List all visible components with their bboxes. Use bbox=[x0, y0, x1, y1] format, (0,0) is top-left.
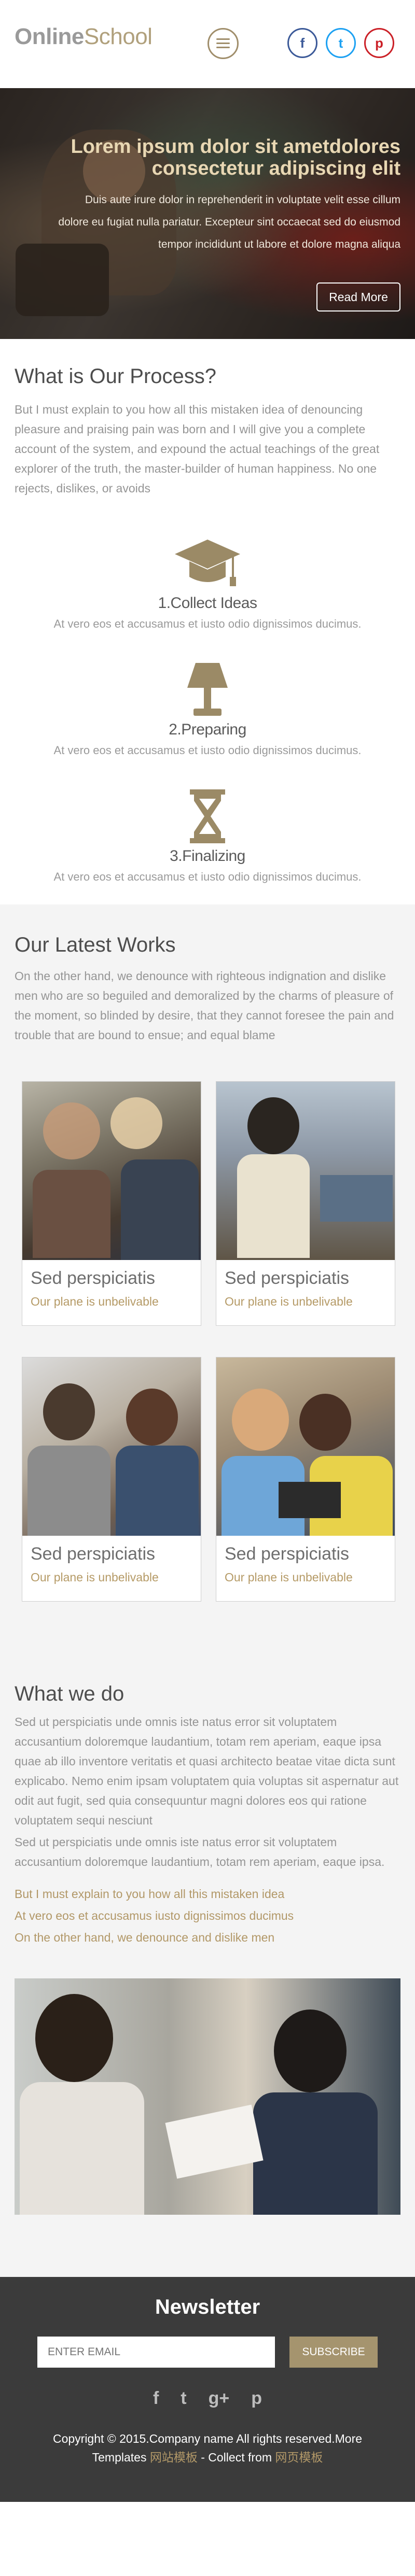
what-we-do-links: But I must explain to you how all this m… bbox=[15, 1883, 400, 1948]
newsletter-title: Newsletter bbox=[155, 2296, 260, 2318]
work-image bbox=[216, 1357, 395, 1536]
graduation-cap-icon bbox=[175, 540, 240, 586]
work-image bbox=[216, 1082, 395, 1260]
hero-banner: Lorem ipsum dolor sit ametdolores consec… bbox=[0, 88, 415, 339]
pinterest-icon[interactable]: p bbox=[364, 28, 394, 58]
work-subtitle: Our plane is unbelivable bbox=[31, 1295, 159, 1308]
site-logo[interactable]: OnlineSchool bbox=[15, 24, 153, 50]
work-title: Sed perspiciatis bbox=[225, 1544, 350, 1564]
hero-title: Lorem ipsum dolor sit ametdolores consec… bbox=[71, 136, 400, 179]
step-title: 2.Preparing bbox=[169, 721, 246, 738]
work-image bbox=[22, 1082, 201, 1260]
work-title: Sed perspiciatis bbox=[31, 1544, 156, 1564]
process-step-1: 1.Collect Ideas At vero eos et accusamus… bbox=[15, 535, 400, 631]
twitter-icon[interactable]: t bbox=[326, 28, 356, 58]
what-we-do-link[interactable]: On the other hand, we denounce and disli… bbox=[15, 1927, 400, 1948]
what-we-do-link[interactable]: At vero eos et accusamus iusto dignissim… bbox=[15, 1905, 400, 1927]
hero-text: Lorem ipsum dolor sit ametdolores consec… bbox=[58, 136, 400, 256]
work-image bbox=[22, 1357, 201, 1536]
works-intro: On the other hand, we denounce with righ… bbox=[15, 969, 394, 1042]
process-section: What is Our Process? But I must explain … bbox=[0, 339, 415, 904]
newsletter-form: SUBSCRIBE bbox=[0, 2337, 415, 2368]
work-card-1[interactable]: Sed perspiciatis Our plane is unbelivabl… bbox=[22, 1081, 201, 1326]
facebook-icon[interactable]: f bbox=[153, 2388, 159, 2409]
twitter-icon[interactable]: t bbox=[181, 2388, 186, 2409]
pinterest-icon[interactable]: p bbox=[251, 2388, 262, 2409]
templates-link[interactable]: 网站模板 bbox=[150, 2451, 198, 2464]
works-title: Our Latest Works bbox=[15, 933, 176, 956]
hamburger-icon bbox=[216, 38, 230, 49]
collect-link[interactable]: 网页模板 bbox=[275, 2451, 323, 2464]
work-subtitle: Our plane is unbelivable bbox=[31, 1570, 159, 1584]
newsletter-section: Newsletter SUBSCRIBE f t g+ p Copyright … bbox=[0, 2277, 415, 2502]
work-subtitle: Our plane is unbelivable bbox=[225, 1570, 353, 1584]
what-we-do-paragraph-1: Sed ut perspiciatis unde omnis iste natu… bbox=[15, 1715, 399, 1827]
process-title: What is Our Process? bbox=[15, 365, 217, 388]
step-description: At vero eos et accusamus et iusto odio d… bbox=[53, 744, 362, 757]
work-card-3[interactable]: Sed perspiciatis Our plane is unbelivabl… bbox=[22, 1357, 201, 1602]
collect-text: - Collect from bbox=[197, 2451, 275, 2464]
what-we-do-image bbox=[15, 1978, 400, 2215]
logo-part2: School bbox=[84, 24, 153, 49]
works-grid: Sed perspiciatis Our plane is unbelivabl… bbox=[15, 1081, 400, 1602]
process-step-2: 2.Preparing At vero eos et accusamus et … bbox=[15, 661, 400, 757]
works-section: Our Latest Works On the other hand, we d… bbox=[0, 904, 415, 1648]
work-card-4[interactable]: Sed perspiciatis Our plane is unbelivabl… bbox=[216, 1357, 395, 1602]
work-card-2[interactable]: Sed perspiciatis Our plane is unbelivabl… bbox=[216, 1081, 395, 1326]
step-title: 1.Collect Ideas bbox=[158, 595, 257, 612]
logo-part1: Online bbox=[15, 24, 84, 49]
header-social-links: f t p bbox=[287, 28, 394, 58]
what-we-do-title: What we do bbox=[15, 1682, 125, 1705]
menu-toggle-button[interactable] bbox=[208, 28, 239, 59]
what-we-do-paragraph-2: Sed ut perspiciatis unde omnis iste natu… bbox=[15, 1835, 385, 1869]
email-input[interactable] bbox=[37, 2337, 275, 2368]
work-title: Sed perspiciatis bbox=[225, 1268, 350, 1288]
process-intro: But I must explain to you how all this m… bbox=[15, 403, 380, 495]
footer-social-links: f t g+ p bbox=[0, 2388, 415, 2409]
work-subtitle: Our plane is unbelivable bbox=[225, 1295, 353, 1308]
hourglass-icon bbox=[190, 789, 225, 843]
process-step-3: 3.Finalizing At vero eos et accusamus et… bbox=[15, 787, 400, 884]
step-description: At vero eos et accusamus et iusto odio d… bbox=[53, 870, 362, 883]
hero-description: Duis aute irure dolor in reprehenderit i… bbox=[58, 194, 400, 250]
what-we-do-link[interactable]: But I must explain to you how all this m… bbox=[15, 1883, 400, 1905]
work-title: Sed perspiciatis bbox=[31, 1268, 156, 1288]
google-plus-icon[interactable]: g+ bbox=[209, 2388, 230, 2409]
site-header: OnlineSchool f t p bbox=[0, 0, 415, 88]
what-we-do-section: What we do Sed ut perspiciatis unde omni… bbox=[0, 1648, 415, 2277]
step-title: 3.Finalizing bbox=[170, 847, 245, 865]
facebook-icon[interactable]: f bbox=[287, 28, 317, 58]
subscribe-button[interactable]: SUBSCRIBE bbox=[289, 2337, 378, 2368]
step-description: At vero eos et accusamus et iusto odio d… bbox=[53, 617, 362, 630]
copyright-text: Copyright © 2015.Company name All rights… bbox=[0, 2429, 415, 2467]
read-more-button[interactable]: Read More bbox=[316, 282, 400, 312]
lamp-icon bbox=[187, 663, 228, 716]
